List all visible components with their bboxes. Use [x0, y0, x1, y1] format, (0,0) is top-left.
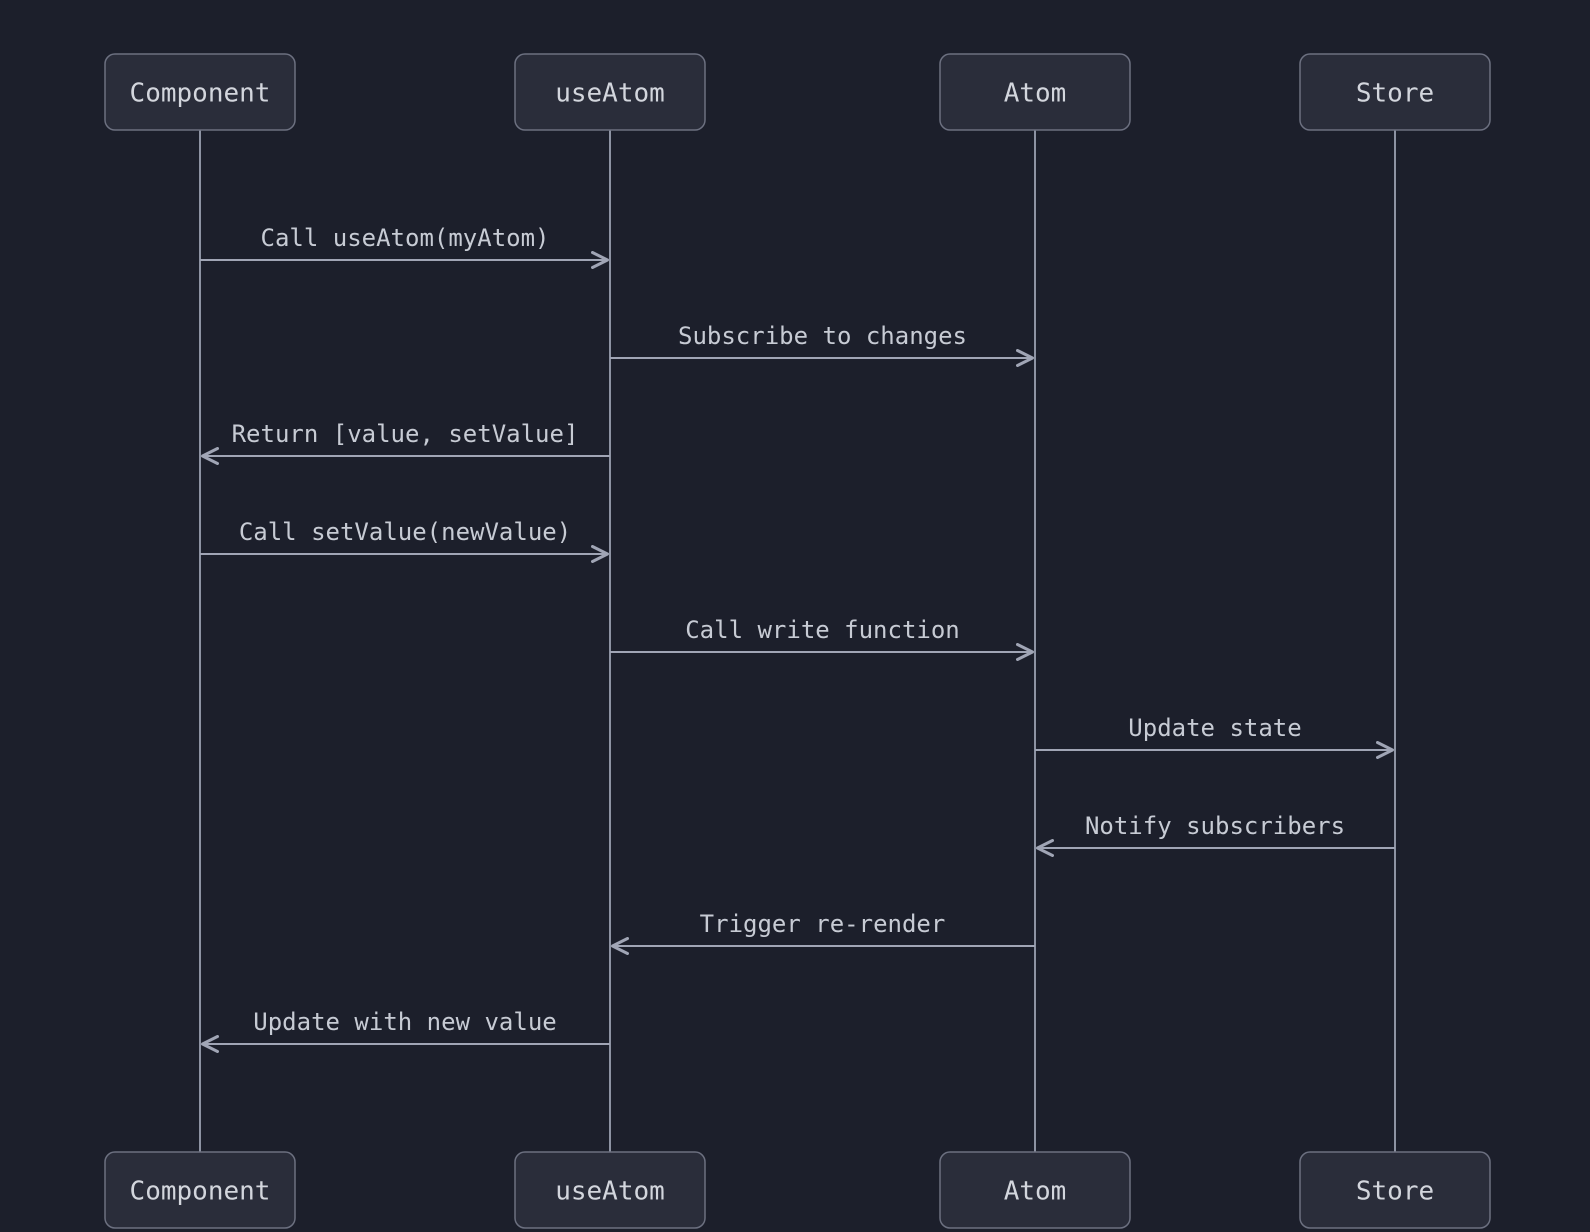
actor-label: Store: [1356, 1177, 1434, 1207]
actor-label: Store: [1356, 79, 1434, 109]
message-6: Notify subscribers: [1039, 812, 1395, 848]
message-label: Notify subscribers: [1085, 812, 1345, 840]
message-0: Call useAtom(myAtom): [200, 224, 606, 260]
actor-component-top: Component: [105, 54, 295, 130]
message-3: Call setValue(newValue): [200, 518, 606, 554]
actor-atom-bottom: Atom: [940, 1152, 1130, 1228]
message-2: Return [value, setValue]: [204, 420, 610, 456]
actor-label: useAtom: [555, 1177, 665, 1207]
message-label: Subscribe to changes: [678, 322, 967, 350]
actor-label: useAtom: [555, 79, 665, 109]
message-label: Call useAtom(myAtom): [261, 224, 550, 252]
actor-useAtom-bottom: useAtom: [515, 1152, 705, 1228]
message-4: Call write function: [610, 616, 1031, 652]
sequence-diagram: Component useAtom Atom Store Component useAt…: [0, 0, 1590, 1232]
actor-useAtom-top: useAtom: [515, 54, 705, 130]
message-5: Update state: [1035, 714, 1391, 750]
message-1: Subscribe to changes: [610, 322, 1031, 358]
actor-store-bottom: Store: [1300, 1152, 1490, 1228]
actor-label: Component: [130, 79, 271, 109]
message-8: Update with new value: [204, 1008, 610, 1044]
message-label: Update state: [1128, 714, 1301, 742]
message-label: Trigger re-render: [700, 910, 946, 938]
message-label: Call setValue(newValue): [239, 518, 571, 546]
actor-label: Atom: [1004, 79, 1067, 109]
actor-label: Atom: [1004, 1177, 1067, 1207]
message-7: Trigger re-render: [614, 910, 1035, 946]
message-label: Return [value, setValue]: [232, 420, 579, 448]
actor-atom-top: Atom: [940, 54, 1130, 130]
actor-store-top: Store: [1300, 54, 1490, 130]
message-label: Call write function: [685, 616, 960, 644]
actor-label: Component: [130, 1177, 271, 1207]
actor-component-bottom: Component: [105, 1152, 295, 1228]
message-label: Update with new value: [253, 1008, 556, 1036]
